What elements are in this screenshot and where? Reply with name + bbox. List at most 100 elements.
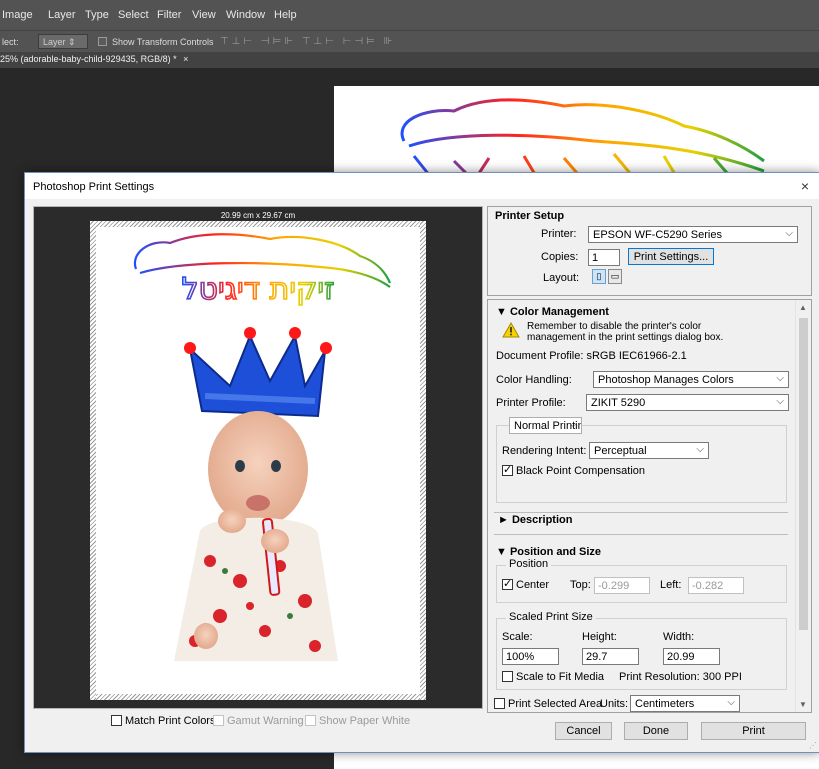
chevron-down-icon: ⌵ — [696, 444, 704, 455]
printer-dropdown[interactable]: EPSON WF-C5290 Series ⌵ — [588, 226, 798, 243]
show-paper-white-checkbox — [305, 715, 316, 726]
chevron-down-icon: ⌵ — [776, 373, 784, 384]
gamut-warning-checkbox — [213, 715, 224, 726]
warning-icon — [502, 322, 520, 338]
section-divider — [494, 534, 788, 535]
color-handling-dropdown[interactable]: Photoshop Manages Colors ⌵ — [593, 371, 789, 388]
black-point-checkbox[interactable] — [502, 463, 513, 476]
printer-profile-value: ZIKIT 5290 — [591, 397, 646, 409]
paper-margin-left — [90, 221, 96, 700]
document-tab[interactable]: 25% (adorable-baby-child-929435, RGB/8) … — [0, 52, 197, 68]
match-print-colors-label: Match Print Colors — [125, 715, 216, 727]
black-point-compensation[interactable]: Black Point Compensation — [502, 463, 645, 477]
menu-view[interactable]: View — [192, 9, 216, 21]
show-paper-white: Show Paper White — [305, 715, 410, 727]
paper-dimensions-label: 20.99 cm x 29.67 cm — [220, 211, 296, 220]
scrollbar-thumb[interactable] — [799, 318, 808, 630]
photoshop-menubar: Image Layer Type Select Filter View Wind… — [0, 0, 819, 30]
rendering-intent-label: Rendering Intent: — [502, 445, 587, 457]
layout-label: Layout: — [543, 272, 580, 284]
auto-select-dropdown[interactable]: Layer ⇕ — [38, 34, 88, 49]
preview-artwork: זיקית דיגיטל — [133, 233, 392, 661]
paper-margin-top — [90, 221, 426, 227]
top-label: Top: — [570, 579, 591, 591]
dialog-title-bar: Photoshop Print Settings × — [25, 173, 819, 199]
units-dropdown[interactable]: Centimeters ⌵ — [630, 695, 740, 712]
align-icons[interactable]: ⊤⊥⊢ ⊣⊨⊩ ⊤⊥⊢ ⊢⊣⊨ ⊪ — [220, 36, 395, 47]
scale-to-fit-option[interactable]: Scale to Fit Media — [502, 671, 604, 683]
menu-layer[interactable]: Layer — [48, 9, 76, 21]
close-icon[interactable]: × — [801, 178, 809, 194]
center-option[interactable]: Center — [502, 577, 550, 591]
normal-printing-dropdown[interactable]: Normal Printing ⌵ — [509, 417, 582, 434]
scaled-print-size-legend: Scaled Print Size — [506, 611, 596, 623]
paper-margin-right — [420, 221, 426, 700]
menu-select[interactable]: Select — [118, 9, 149, 21]
print-button[interactable]: Print — [701, 722, 806, 740]
width-input[interactable]: 20.99 — [663, 648, 720, 665]
chevron-down-icon: ⌵ — [785, 228, 793, 239]
units-label: Units: — [600, 698, 629, 710]
paper-margin-bottom — [90, 694, 426, 700]
canvas-logo-graphic — [400, 98, 765, 184]
center-checkbox[interactable] — [502, 577, 513, 590]
landscape-layout-icon[interactable]: ▭ — [608, 269, 622, 284]
document-profile: Document Profile: sRGB IEC61966-2.1 — [496, 350, 687, 362]
width-label: Width: — [663, 631, 695, 643]
artwork-headline: זיקית דיגיטל — [181, 272, 334, 307]
left-label: Left: — [660, 579, 682, 591]
menu-window[interactable]: Window — [226, 9, 265, 21]
collapse-triangle-icon: ▼ — [496, 306, 510, 318]
copies-label: Copies: — [541, 251, 579, 263]
scale-input[interactable]: 100% — [502, 648, 559, 665]
auto-select-label: lect: — [2, 37, 19, 47]
height-input[interactable]: 29.7 — [582, 648, 639, 665]
normal-printing-group — [496, 425, 787, 503]
center-label: Center — [516, 579, 550, 591]
done-button[interactable]: Done — [624, 722, 688, 740]
auto-select-value: Layer — [43, 37, 66, 47]
height-label: Height: — [582, 631, 617, 643]
print-settings-button[interactable]: Print Settings... — [628, 248, 714, 265]
print-selected-area-option[interactable]: Print Selected Area — [494, 698, 602, 710]
printer-profile-dropdown[interactable]: ZIKIT 5290 ⌵ — [586, 394, 789, 411]
print-selected-area-checkbox[interactable] — [494, 698, 505, 709]
menu-type[interactable]: Type — [85, 9, 109, 21]
position-legend: Position — [506, 558, 552, 570]
rendering-intent-dropdown[interactable]: Perceptual ⌵ — [589, 442, 709, 459]
color-warning-text: Remember to disable the printer's color … — [527, 321, 724, 343]
print-settings-dialog: Photoshop Print Settings × 20.99 cm x 29… — [24, 172, 819, 753]
resize-grip-icon[interactable]: ⋰ — [809, 741, 817, 750]
color-handling-label: Color Handling: — [496, 374, 572, 386]
printer-setup-heading: Printer Setup — [495, 210, 565, 222]
top-input[interactable]: -0.299 — [594, 577, 650, 594]
color-management-title: Color Management — [509, 306, 609, 318]
match-print-colors[interactable]: Match Print Colors — [111, 715, 215, 727]
printer-value: EPSON WF-C5290 Series — [593, 229, 722, 241]
description-heading[interactable]: ► Description — [498, 514, 572, 526]
printer-label: Printer: — [541, 228, 577, 240]
preview-paper: זיקית דיגיטל — [90, 221, 426, 700]
cancel-button[interactable]: Cancel — [555, 722, 612, 740]
document-tab-title: 25% (adorable-baby-child-929435, RGB/8) … — [0, 54, 177, 64]
printer-profile-label: Printer Profile: — [496, 397, 566, 409]
document-tab-close-icon[interactable]: × — [183, 54, 188, 64]
copies-input[interactable]: 1 — [588, 249, 620, 266]
position-size-heading[interactable]: ▼ Position and Size — [496, 546, 601, 558]
scale-label: Scale: — [502, 631, 533, 643]
show-transform-checkbox[interactable] — [98, 37, 107, 46]
menu-filter[interactable]: Filter — [157, 9, 181, 21]
left-input[interactable]: -0.282 — [688, 577, 744, 594]
scroll-down-icon[interactable]: ▼ — [799, 700, 807, 709]
menu-image[interactable]: Image — [2, 9, 33, 21]
scale-to-fit-checkbox[interactable] — [502, 671, 513, 682]
portrait-layout-icon[interactable]: ▯ — [592, 269, 606, 284]
settings-scroll-panel[interactable]: ▼ Color Management Remember to disable t… — [487, 299, 812, 713]
color-management-heading[interactable]: ▼ Color Management — [496, 306, 609, 318]
match-print-colors-checkbox[interactable] — [111, 715, 122, 726]
photoshop-tab-bar: 25% (adorable-baby-child-929435, RGB/8) … — [0, 52, 819, 68]
menu-help[interactable]: Help — [274, 9, 297, 21]
show-paper-white-label: Show Paper White — [319, 715, 411, 727]
settings-scrollbar[interactable]: ▲ ▼ — [795, 300, 811, 712]
scroll-up-icon[interactable]: ▲ — [799, 303, 807, 312]
